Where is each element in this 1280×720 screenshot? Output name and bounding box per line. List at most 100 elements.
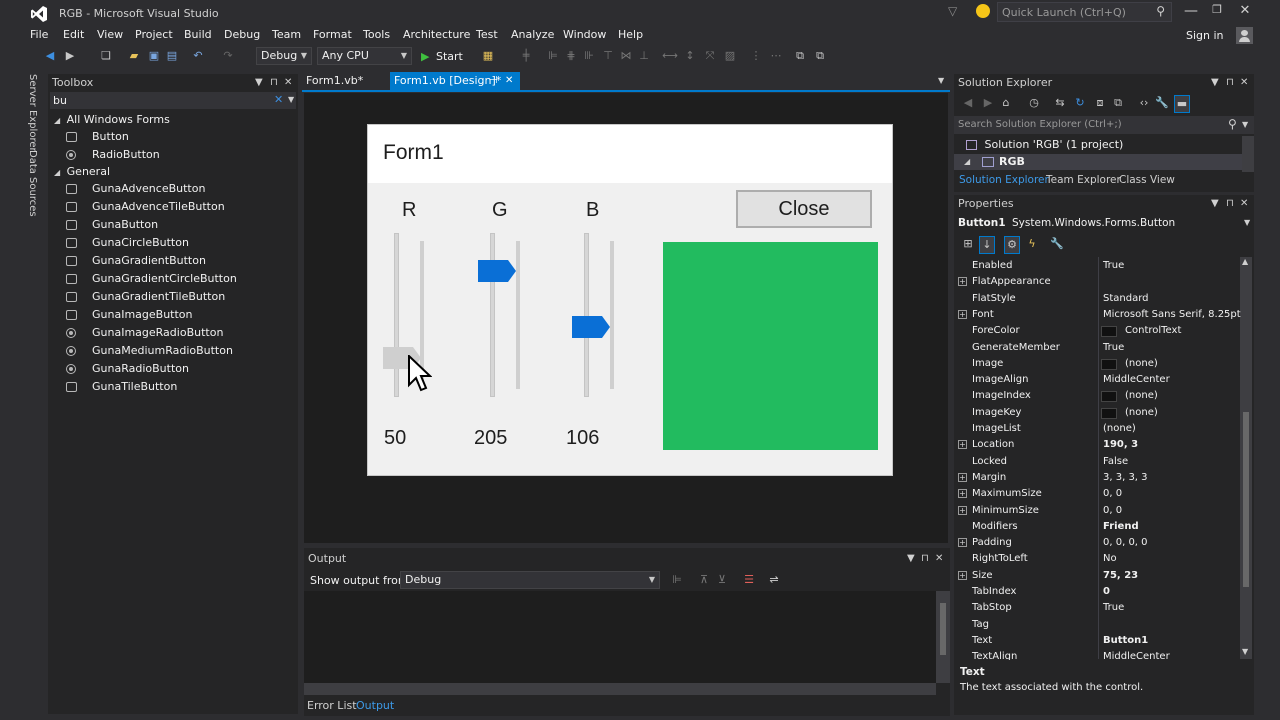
- align-top-icon[interactable]: ⊤: [600, 48, 616, 64]
- project-node[interactable]: ◢ RGB: [954, 154, 1242, 170]
- toolbox-item[interactable]: GunaImageButton: [66, 306, 296, 324]
- slider-thumb[interactable]: [572, 316, 610, 341]
- se-tab-team-explorer[interactable]: Team Explorer: [1046, 174, 1121, 186]
- property-row[interactable]: TabStop True: [956, 600, 1236, 616]
- toolbox-item[interactable]: GunaAdvenceTileButton: [66, 198, 296, 216]
- property-row[interactable]: Text Button1: [956, 633, 1236, 649]
- toolbox-item[interactable]: GunaAdvenceButton: [66, 180, 296, 198]
- se-close-icon[interactable]: ✕: [1240, 77, 1248, 89]
- expand-plus-icon[interactable]: +: [958, 505, 967, 515]
- align-right-icon[interactable]: ⊪: [581, 48, 597, 64]
- se-pin-icon[interactable]: ⊓: [1226, 77, 1234, 89]
- form1-titlebar[interactable]: Form1: [368, 125, 892, 183]
- menu-file[interactable]: File: [30, 27, 48, 43]
- bring-front-icon[interactable]: ⧉: [792, 48, 808, 64]
- expand-plus-icon[interactable]: +: [958, 489, 967, 499]
- output-dropdown-icon[interactable]: ▼: [907, 553, 915, 565]
- output-hscrollbar[interactable]: [304, 683, 936, 695]
- close-window-button[interactable]: ✕: [1234, 3, 1256, 21]
- expand-plus-icon[interactable]: +: [958, 538, 967, 548]
- property-row[interactable]: RightToLeft No: [956, 551, 1236, 567]
- toolbox-item[interactable]: GunaGradientButton: [66, 252, 296, 270]
- h-spacing-icon[interactable]: ⋮: [748, 48, 764, 64]
- toolbox-item[interactable]: GunaImageRadioButton: [66, 324, 296, 342]
- menu-build[interactable]: Build: [184, 27, 212, 43]
- toolbox-item[interactable]: GunaTileButton: [66, 378, 296, 396]
- slider-r[interactable]: [380, 233, 433, 399]
- toolbox-item[interactable]: GunaMediumRadioButton: [66, 342, 296, 360]
- menu-project[interactable]: Project: [135, 27, 173, 43]
- toolbox-item[interactable]: GunaGradientCircleButton: [66, 270, 296, 288]
- property-pages-icon[interactable]: 🔧: [1049, 236, 1065, 252]
- toolbox-item[interactable]: GunaButton: [66, 216, 296, 234]
- menu-help[interactable]: Help: [618, 27, 643, 43]
- clear-all-icon[interactable]: ☰: [741, 572, 757, 588]
- server-explorer-tab[interactable]: Server Explorer: [27, 74, 38, 152]
- save-icon[interactable]: ▣: [146, 48, 162, 64]
- property-row[interactable]: + Size 75, 23: [956, 568, 1236, 584]
- error-list-tab[interactable]: Error List: [307, 699, 357, 712]
- se-dropdown-icon[interactable]: ▼: [1211, 77, 1219, 89]
- sync-icon[interactable]: ⇆: [1052, 95, 1068, 111]
- pending-changes-icon[interactable]: ◷: [1026, 95, 1042, 111]
- back-icon[interactable]: ◀: [42, 48, 58, 64]
- same-size-icon[interactable]: ⤧: [702, 48, 718, 64]
- toolbox-pin-icon[interactable]: ⊓: [270, 77, 278, 89]
- redo-icon[interactable]: ↷: [220, 48, 236, 64]
- same-width-icon[interactable]: ⟷: [662, 48, 678, 64]
- prev-message-icon[interactable]: ⊼: [696, 572, 712, 588]
- property-row[interactable]: ForeColor ControlText: [956, 323, 1236, 339]
- se-vscrollbar[interactable]: [1242, 136, 1254, 172]
- same-height-icon[interactable]: ↕: [682, 48, 698, 64]
- menu-format[interactable]: Format: [313, 27, 352, 43]
- property-value[interactable]: 3, 3, 3, 3: [1103, 470, 1148, 486]
- next-message-icon[interactable]: ⊻: [714, 572, 730, 588]
- se-tab-class-view[interactable]: Class View: [1119, 174, 1175, 186]
- property-value[interactable]: 0, 0: [1103, 486, 1122, 502]
- property-value[interactable]: Microsoft Sans Serif, 8.25pt: [1103, 307, 1241, 323]
- property-row[interactable]: Image (none): [956, 356, 1236, 372]
- property-row[interactable]: Tag: [956, 617, 1236, 633]
- categorized-icon[interactable]: ⊞: [960, 236, 976, 252]
- property-value[interactable]: Button1: [1103, 633, 1148, 649]
- toolbox-search-input[interactable]: bu ✕ ▼: [50, 92, 296, 109]
- property-row[interactable]: + FlatAppearance: [956, 274, 1236, 290]
- send-back-icon[interactable]: ⧉: [812, 48, 828, 64]
- output-source-dropdown[interactable]: Debug ▼: [400, 571, 660, 589]
- property-row[interactable]: TextAlign MiddleCenter: [956, 649, 1236, 660]
- property-row[interactable]: + Font Microsoft Sans Serif, 8.25pt: [956, 307, 1241, 323]
- props-vscrollbar[interactable]: ▲ ▼: [1240, 257, 1252, 659]
- home-icon[interactable]: ⌂: [998, 95, 1014, 111]
- form1-window[interactable]: Form1 R G B Close 50 205 106: [367, 124, 893, 476]
- property-value[interactable]: (none): [1125, 356, 1158, 372]
- find-message-icon[interactable]: ⊫: [669, 572, 685, 588]
- toolbox-group-general[interactable]: ◢ General: [54, 163, 110, 181]
- property-row[interactable]: ImageList (none): [956, 421, 1236, 437]
- toolbox-item[interactable]: GunaRadioButton: [66, 360, 296, 378]
- sign-in-link[interactable]: Sign in: [1186, 29, 1224, 42]
- open-file-icon[interactable]: ▰: [126, 48, 142, 64]
- property-row[interactable]: Modifiers Friend: [956, 519, 1236, 535]
- props-close-icon[interactable]: ✕: [1240, 198, 1248, 210]
- expand-plus-icon[interactable]: +: [958, 570, 967, 580]
- property-row[interactable]: TabIndex 0: [956, 584, 1236, 600]
- props-dropdown-icon[interactable]: ▼: [1211, 198, 1219, 210]
- menu-view[interactable]: View: [97, 27, 123, 43]
- property-value[interactable]: (none): [1103, 421, 1136, 437]
- property-value[interactable]: 75, 23: [1103, 568, 1138, 584]
- property-row[interactable]: + Padding 0, 0, 0, 0: [956, 535, 1236, 551]
- property-value[interactable]: Standard: [1103, 291, 1149, 307]
- filter-icon[interactable]: ▽: [948, 4, 957, 18]
- property-row[interactable]: + MaximumSize 0, 0: [956, 486, 1236, 502]
- preview-icon[interactable]: ▬: [1174, 95, 1190, 113]
- output-text-area[interactable]: [304, 591, 936, 683]
- property-value[interactable]: False: [1103, 454, 1128, 470]
- tab-form1-design[interactable]: Form1.vb [Design]* ⊣ ✕: [390, 72, 520, 90]
- expand-plus-icon[interactable]: +: [958, 277, 967, 287]
- property-value[interactable]: True: [1103, 600, 1124, 616]
- size-to-grid-icon[interactable]: ▨: [722, 48, 738, 64]
- property-value[interactable]: 0: [1103, 584, 1110, 600]
- slider-thumb[interactable]: [478, 260, 516, 285]
- tab-form1-vb[interactable]: Form1.vb*: [302, 72, 388, 90]
- close-form-button[interactable]: Close: [736, 190, 872, 228]
